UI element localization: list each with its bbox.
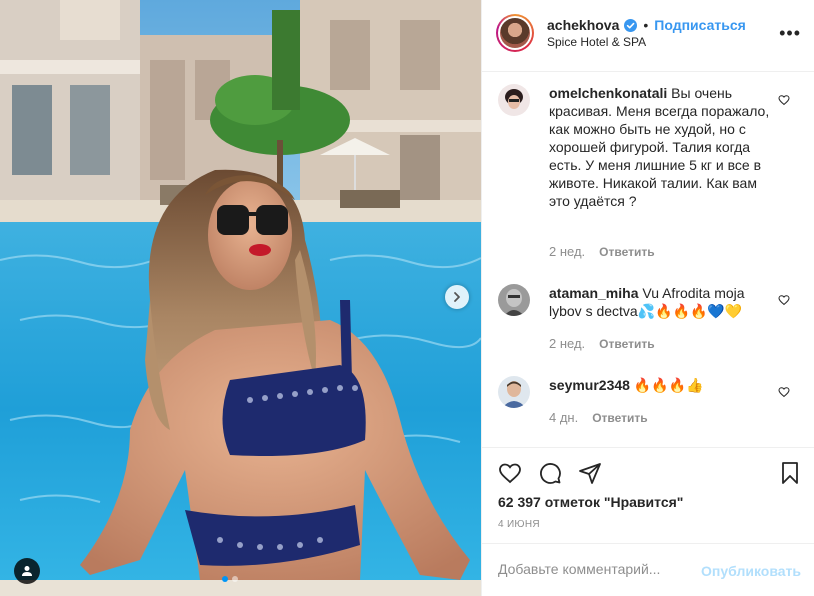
person-icon — [22, 566, 32, 576]
author-avatar[interactable] — [496, 14, 534, 52]
comment-text: 🔥🔥🔥👍 — [633, 377, 704, 393]
commenter-avatar[interactable] — [498, 284, 530, 316]
follow-button[interactable]: Подписаться — [654, 17, 746, 33]
post-header: achekhova • Подписаться Spice Hotel & SP… — [482, 0, 814, 72]
author-username[interactable]: achekhova — [547, 17, 619, 33]
comment-username[interactable]: ataman_miha — [549, 285, 638, 301]
chevron-right-icon — [454, 292, 460, 302]
comment-time[interactable]: 4 дн. — [549, 410, 578, 425]
post-photo[interactable] — [0, 0, 481, 596]
commenter-avatar[interactable] — [498, 84, 530, 116]
share-send-icon[interactable] — [578, 461, 602, 485]
commenter-avatar[interactable] — [498, 376, 530, 408]
reply-button[interactable]: Ответить — [592, 411, 647, 425]
comment-username[interactable]: seymur2348 — [549, 377, 630, 393]
comment-time[interactable]: 2 нед. — [549, 336, 585, 351]
pool-photo-scene — [0, 0, 481, 596]
tagged-people-button[interactable] — [14, 558, 40, 584]
like-comment-heart-icon[interactable] — [778, 386, 790, 398]
more-options-button[interactable]: ••• — [779, 23, 801, 44]
post-date[interactable]: 4 ИЮНЯ — [498, 519, 540, 530]
carousel-dot-active — [222, 576, 228, 582]
like-comment-heart-icon[interactable] — [778, 294, 790, 306]
post-side-panel: achekhova • Подписаться Spice Hotel & SP… — [481, 0, 814, 596]
likes-count[interactable]: 62 397 отметок "Нравится" — [498, 494, 683, 510]
comment-input[interactable] — [498, 561, 698, 577]
carousel-next-button[interactable] — [445, 285, 469, 309]
publish-comment-button[interactable]: Опубликовать — [701, 563, 801, 579]
comment-bubble-icon[interactable] — [538, 461, 562, 485]
carousel-indicator — [222, 576, 238, 582]
post-location[interactable]: Spice Hotel & SPA — [547, 35, 646, 49]
separator-dot: • — [643, 17, 649, 33]
bookmark-icon[interactable] — [778, 461, 802, 485]
comment-username[interactable]: omelchenkonatali — [549, 85, 667, 101]
add-comment-bar: Опубликовать — [482, 543, 814, 596]
comment-time[interactable]: 2 нед. — [549, 244, 585, 259]
post-actions: 62 397 отметок "Нравится" 4 ИЮНЯ — [482, 447, 814, 543]
verified-badge-icon — [624, 18, 638, 32]
comments-list[interactable]: omelchenkonatali Вы очень красивая. Меня… — [482, 72, 814, 447]
like-comment-heart-icon[interactable] — [778, 94, 790, 106]
comment-text: Вы очень красивая. Меня всегда поражало,… — [549, 85, 770, 209]
carousel-dot — [232, 576, 238, 582]
like-heart-icon[interactable] — [498, 461, 522, 485]
reply-button[interactable]: Ответить — [599, 245, 654, 259]
reply-button[interactable]: Ответить — [599, 337, 654, 351]
